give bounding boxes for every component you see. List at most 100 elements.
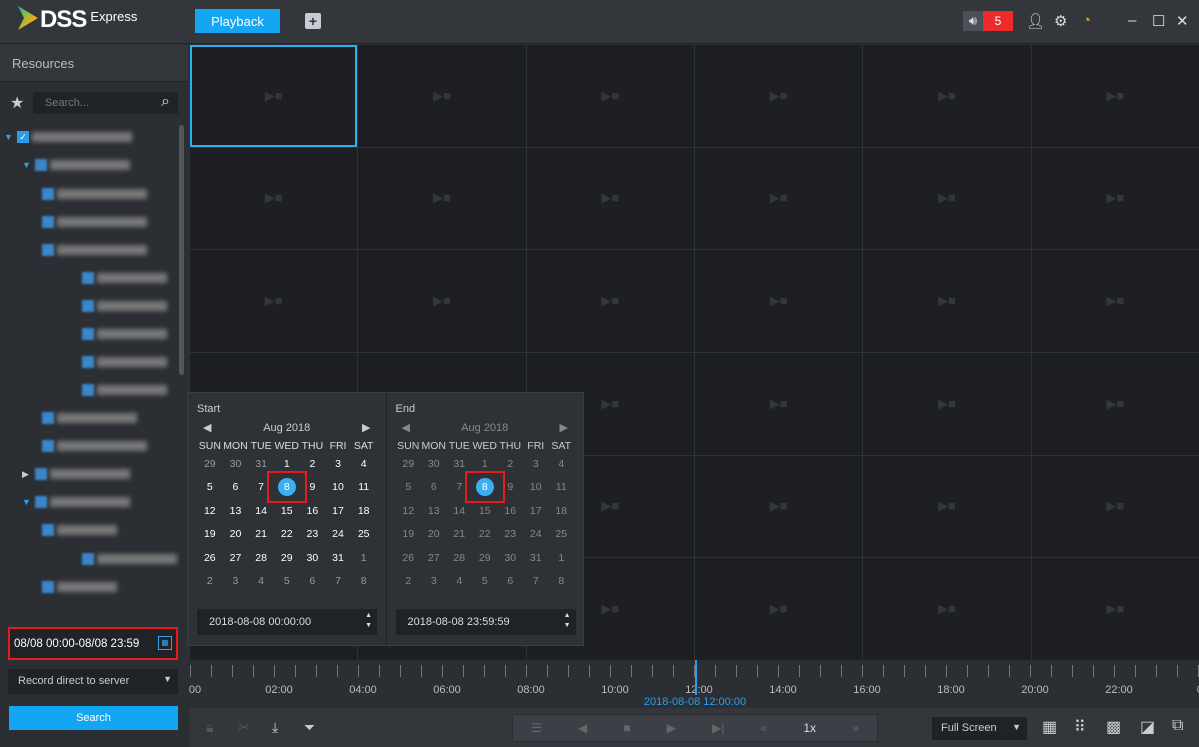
calendar-day[interactable]: 3 — [325, 458, 351, 470]
calendar-day[interactable]: 8 — [274, 478, 300, 497]
video-cell[interactable]: ▶■ — [1031, 455, 1199, 558]
calendar-day[interactable]: 6 — [421, 481, 447, 493]
search-button[interactable]: Search — [9, 706, 178, 730]
video-cell[interactable]: ▶■ — [526, 147, 694, 250]
calendar-day[interactable]: 29 — [396, 458, 422, 470]
calendar-day[interactable]: 24 — [325, 528, 351, 540]
calendar-day[interactable]: 31 — [325, 552, 351, 564]
calendar-day[interactable]: 5 — [472, 575, 498, 587]
volume-icon[interactable]: 🔊︎ — [963, 11, 983, 31]
layout-4-icon[interactable]: ▦ — [1042, 717, 1057, 737]
calendar-day[interactable]: 4 — [248, 575, 274, 587]
calendar-day[interactable]: 31 — [523, 552, 549, 564]
user-icon[interactable]: 👤︎ — [1026, 12, 1045, 30]
layout-mode-select[interactable]: Full Screen ▼ — [932, 717, 1027, 740]
video-cell[interactable]: ▶■ — [526, 250, 694, 352]
play-icon[interactable]: ▶ — [667, 721, 676, 735]
tree-node[interactable] — [82, 355, 167, 369]
spinner-icon[interactable]: ▲ ▼ — [564, 611, 571, 631]
calendar-day[interactable]: 16 — [498, 505, 524, 517]
video-cell[interactable]: ▶■ — [863, 147, 1031, 250]
calendar-day[interactable]: 6 — [300, 575, 326, 587]
video-cell[interactable]: ▶■ — [863, 352, 1031, 455]
layout-16-icon[interactable]: ▩ — [1106, 717, 1121, 737]
video-cell[interactable]: ▶■ — [694, 147, 863, 250]
calendar-day[interactable]: 1 — [274, 458, 300, 470]
timeline[interactable]: 00 02:00 04:00 06:00 08:00 10:00 12:00 14:00 16:… — [189, 660, 1199, 708]
calendar-day[interactable]: 4 — [351, 458, 377, 470]
video-cell[interactable]: ▶■ — [694, 352, 863, 455]
calendar-day[interactable]: 7 — [325, 575, 351, 587]
calendar-day[interactable]: 19 — [197, 528, 223, 540]
calendar-day[interactable]: 8 — [351, 575, 377, 587]
sync-icon[interactable]: ☰ — [531, 721, 542, 735]
calendar-icon[interactable]: ▦ — [158, 636, 172, 650]
video-cell[interactable]: ▶■ — [1031, 45, 1199, 147]
calendar-day[interactable]: 3 — [523, 458, 549, 470]
video-cell[interactable]: ▶■ — [863, 455, 1031, 558]
tab-playback[interactable]: Playback — [195, 9, 280, 33]
calendar-day[interactable]: 5 — [274, 575, 300, 587]
video-cell[interactable]: ▶■ — [358, 45, 526, 147]
calendar-day[interactable]: 31 — [248, 458, 274, 470]
calendar-day[interactable]: 30 — [498, 552, 524, 564]
search-input[interactable]: Search... ⌕ — [33, 92, 178, 114]
calendar-day[interactable]: 25 — [351, 528, 377, 540]
tree-scrollbar[interactable] — [179, 125, 184, 375]
favorites-star-icon[interactable]: ★ — [10, 93, 24, 113]
calendar-day[interactable]: 3 — [421, 575, 447, 587]
calendar-day[interactable]: 20 — [223, 528, 249, 540]
video-cell[interactable]: ▶■ — [1031, 250, 1199, 352]
tree-node[interactable] — [42, 215, 147, 229]
calendar-day[interactable]: 16 — [300, 505, 326, 517]
calendar-day[interactable]: 18 — [549, 505, 575, 517]
calendar-day[interactable]: 5 — [396, 481, 422, 493]
tree-node[interactable] — [42, 243, 147, 257]
add-tab-button[interactable]: + — [305, 13, 321, 29]
calendar-day[interactable]: 1 — [549, 552, 575, 564]
tree-node[interactable] — [42, 580, 117, 594]
calendar-day[interactable]: 6 — [223, 481, 249, 493]
tree-node[interactable] — [82, 299, 167, 313]
calendar-day[interactable]: 11 — [549, 481, 575, 493]
tree-node[interactable]: ▼ — [22, 495, 130, 509]
calendar-day[interactable]: 1 — [351, 552, 377, 564]
calendar-day[interactable]: 22 — [274, 528, 300, 540]
calendar-day[interactable]: 15 — [472, 505, 498, 517]
start-datetime-input[interactable]: 2018-08-08 00:00:00 ▲ ▼ — [197, 609, 377, 635]
end-datetime-input[interactable]: 2018-08-08 23:59:59 ▲ ▼ — [395, 609, 576, 635]
next-month-icon[interactable]: ▶ — [560, 421, 568, 434]
selected-day[interactable]: 8 — [475, 478, 494, 497]
video-cell[interactable]: ▶■ — [358, 147, 526, 250]
calendar-day[interactable]: 13 — [223, 505, 249, 517]
tree-node[interactable] — [42, 439, 147, 453]
calendar-day[interactable]: 23 — [498, 528, 524, 540]
calendar-day[interactable]: 29 — [197, 458, 223, 470]
calendar-day[interactable]: 14 — [447, 505, 473, 517]
calendar-day[interactable]: 30 — [223, 458, 249, 470]
alarm-count-badge[interactable]: 5 — [983, 11, 1013, 31]
fullscreen-icon[interactable]: ⧉ — [1172, 717, 1183, 735]
calendar-day[interactable]: 21 — [248, 528, 274, 540]
calendar-day[interactable]: 20 — [421, 528, 447, 540]
calendar-day[interactable]: 4 — [549, 458, 575, 470]
calendar-day[interactable]: 18 — [351, 505, 377, 517]
calendar-day[interactable]: 26 — [197, 552, 223, 564]
calendar-day[interactable]: 17 — [523, 505, 549, 517]
calendar-day[interactable]: 29 — [274, 552, 300, 564]
video-cell[interactable]: ▶■ — [863, 250, 1031, 352]
video-cell[interactable]: ▶■ — [863, 558, 1031, 660]
calendar-day[interactable]: 28 — [447, 552, 473, 564]
video-cell[interactable]: ▶■ — [190, 147, 358, 250]
record-source-select[interactable]: Record direct to server ▼ — [8, 669, 178, 694]
tree-node[interactable] — [82, 383, 167, 397]
calendar-day[interactable]: 2 — [396, 575, 422, 587]
calendar-day[interactable]: 28 — [248, 552, 274, 564]
tree-node[interactable] — [42, 411, 137, 425]
search-icon[interactable]: ⌕ — [161, 93, 170, 111]
calendar-day[interactable]: 7 — [523, 575, 549, 587]
device-tree[interactable]: ▼ ✓ ▼ ▶ ▼ — [0, 125, 180, 611]
video-cell[interactable]: ▶■ — [526, 45, 694, 147]
lock-icon[interactable]: 🔒︎ — [206, 719, 213, 736]
calendar-day[interactable]: 6 — [498, 575, 524, 587]
